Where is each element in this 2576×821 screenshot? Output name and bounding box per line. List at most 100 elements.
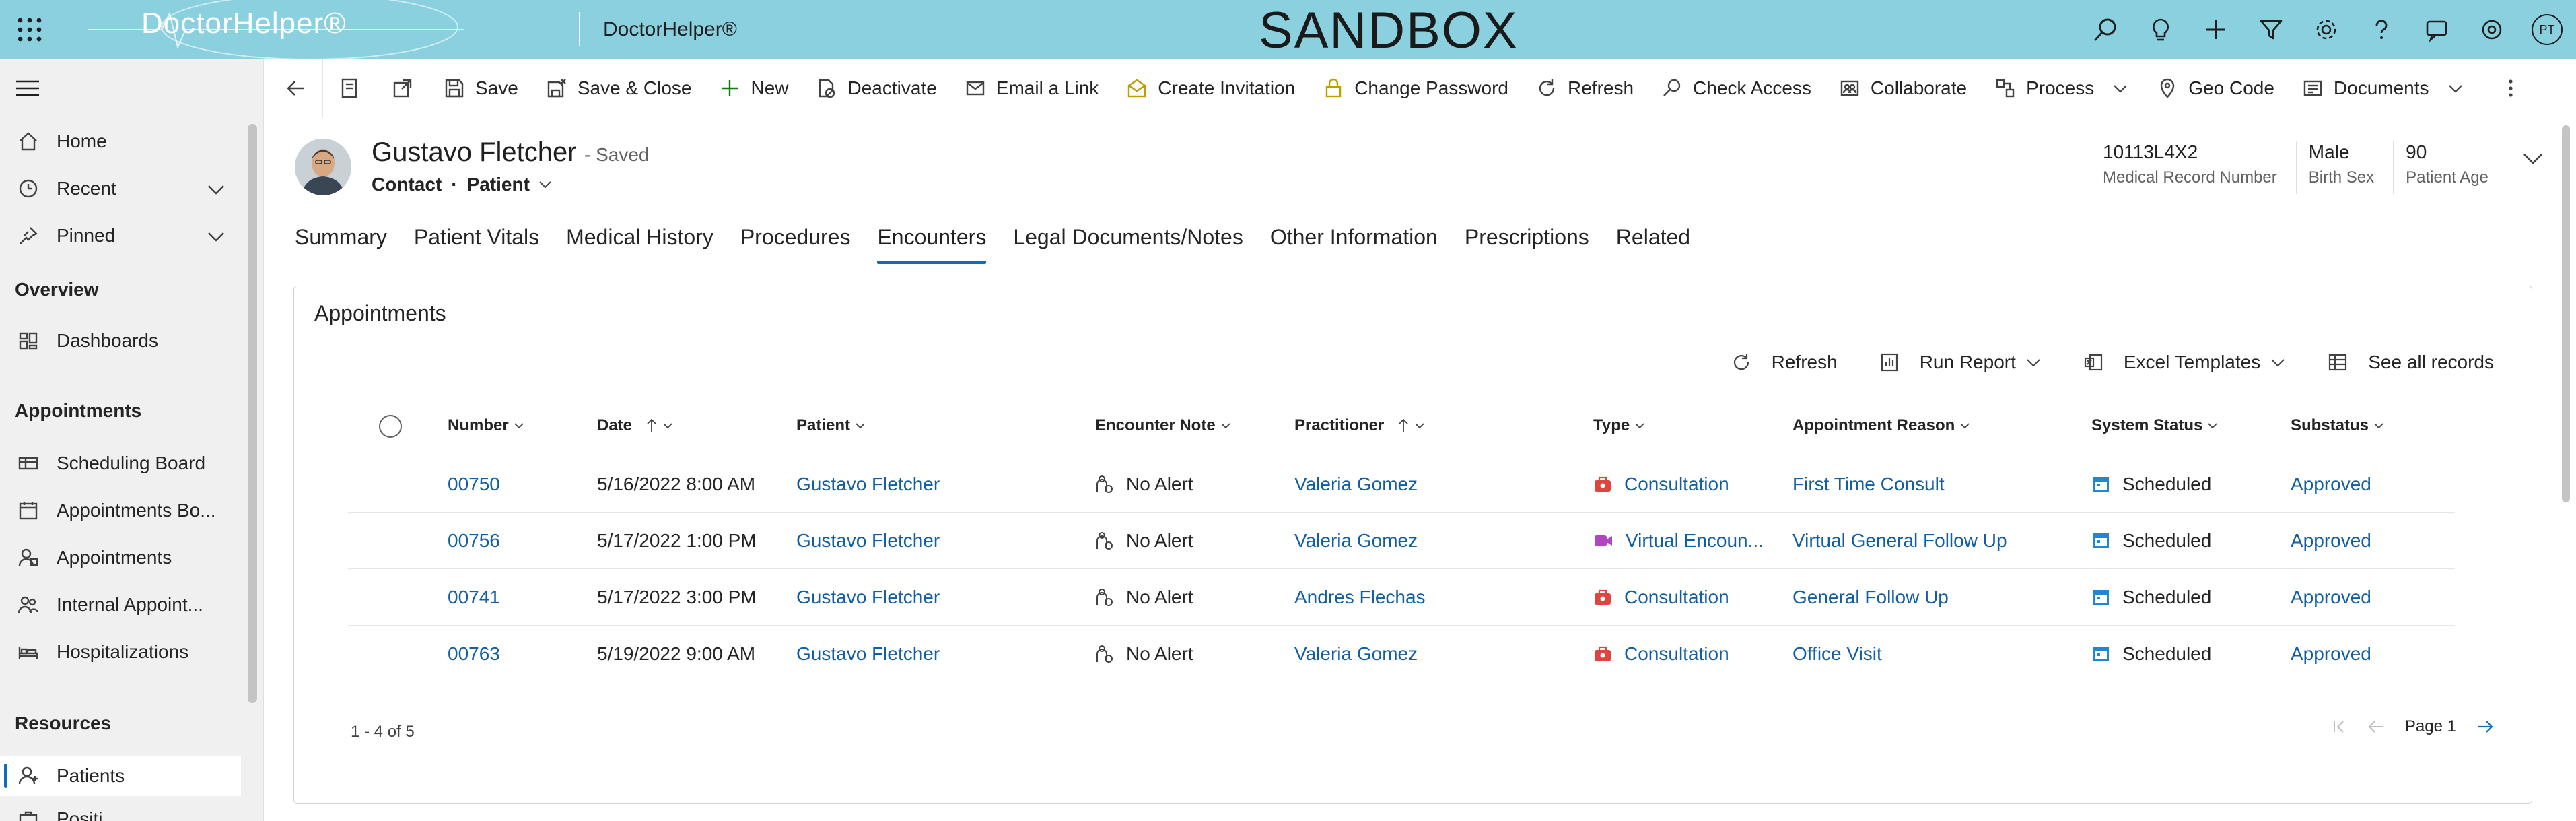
column-header-patient[interactable]: Patient — [796, 397, 866, 454]
see-all-records-button[interactable]: See all records — [2326, 351, 2494, 374]
cell-substatus[interactable]: Approved — [2291, 626, 2371, 682]
help-icon[interactable] — [2366, 14, 2397, 45]
nav-item-appointments[interactable]: Appointments — [0, 537, 241, 578]
geo-code-button[interactable]: Geo Code — [2143, 59, 2288, 117]
nav-item-pinned[interactable]: Pinned — [0, 216, 241, 256]
cell-patient[interactable]: Gustavo Fletcher — [796, 626, 940, 682]
table-row[interactable]: 00756 5/17/2022 1:00 PM Gustavo Fletcher… — [348, 513, 2455, 569]
nav-item-recent[interactable]: Recent — [0, 168, 241, 209]
tab-medical-history[interactable]: Medical History — [566, 225, 713, 264]
nav-item-internal-appointments[interactable]: Internal Appoint... — [0, 585, 241, 625]
tab-encounters[interactable]: Encounters — [877, 225, 986, 264]
search-icon[interactable] — [2090, 14, 2121, 45]
page-scrollbar[interactable] — [2562, 125, 2570, 502]
column-header-substatus[interactable]: Substatus — [2291, 397, 2385, 454]
cell-substatus[interactable]: Approved — [2291, 513, 2371, 569]
change-password-button[interactable]: Change Password — [1309, 59, 1522, 117]
table-row[interactable]: 00741 5/17/2022 3:00 PM Gustavo Fletcher… — [348, 569, 2455, 626]
cell-substatus[interactable]: Approved — [2291, 569, 2371, 626]
cell-number[interactable]: 00750 — [448, 456, 500, 513]
cell-patient[interactable]: Gustavo Fletcher — [796, 513, 940, 569]
cell-practitioner[interactable]: Andres Flechas — [1294, 569, 1426, 626]
cell-appointment-reason[interactable]: Office Visit — [1792, 626, 1882, 682]
nav-item-dashboards[interactable]: Dashboards — [0, 321, 241, 361]
back-button[interactable] — [265, 59, 322, 117]
cell-practitioner[interactable]: Valeria Gomez — [1294, 513, 1418, 569]
form-view-button[interactable] — [323, 59, 376, 117]
column-header-encounter-note[interactable]: Encounter Note — [1095, 397, 1232, 454]
save-close-button[interactable]: Save & Close — [532, 59, 705, 117]
process-button[interactable]: Process — [1980, 59, 2143, 117]
app-name[interactable]: DoctorHelper® — [603, 18, 737, 41]
hamburger-menu-icon[interactable] — [16, 79, 39, 97]
first-page-icon[interactable] — [2331, 719, 2347, 735]
settings-gear-icon[interactable] — [2311, 14, 2342, 45]
select-all-checkbox[interactable] — [379, 415, 402, 438]
column-header-practitioner[interactable]: Practitioner — [1294, 397, 1426, 454]
cell-patient[interactable]: Gustavo Fletcher — [796, 456, 940, 513]
cell-patient[interactable]: Gustavo Fletcher — [796, 569, 940, 626]
cell-type[interactable]: Consultation — [1593, 456, 1775, 513]
cell-number[interactable]: 00756 — [448, 513, 500, 569]
cell-appointment-reason[interactable]: General Follow Up — [1792, 569, 1949, 626]
column-header-appointment-reason[interactable]: Appointment Reason — [1792, 397, 1971, 454]
email-link-button[interactable]: Email a Link — [950, 59, 1113, 117]
column-header-system-status[interactable]: System Status — [2091, 397, 2219, 454]
lightbulb-icon[interactable] — [2145, 14, 2176, 45]
cell-practitioner[interactable]: Valeria Gomez — [1294, 626, 1418, 682]
chat-icon[interactable] — [2421, 14, 2452, 45]
check-access-button[interactable]: Check Access — [1647, 59, 1825, 117]
tab-legal-documents-notes[interactable]: Legal Documents/Notes — [1013, 225, 1243, 264]
tab-other-information[interactable]: Other Information — [1270, 225, 1438, 264]
create-invitation-button[interactable]: Create Invitation — [1112, 59, 1309, 117]
add-icon[interactable] — [2200, 14, 2231, 45]
form-selector[interactable]: Patient — [467, 174, 553, 195]
run-report-button[interactable]: Run Report — [1878, 351, 2042, 374]
copilot-icon[interactable] — [2476, 14, 2507, 45]
cell-appointment-reason[interactable]: Virtual General Follow Up — [1792, 513, 2007, 569]
column-header-number[interactable]: Number — [448, 397, 525, 454]
chevron-down-icon[interactable] — [206, 226, 226, 247]
user-avatar[interactable]: PT — [2532, 14, 2563, 45]
app-launcher-icon[interactable] — [16, 16, 43, 43]
tab-related[interactable]: Related — [1616, 225, 1690, 264]
open-new-window-button[interactable] — [376, 59, 429, 117]
cell-number[interactable]: 00763 — [448, 626, 500, 682]
nav-scrollbar[interactable] — [248, 124, 257, 703]
cell-substatus[interactable]: Approved — [2291, 456, 2371, 513]
nav-item-positions[interactable]: Positi... — [0, 801, 241, 821]
column-header-date[interactable]: Date — [597, 397, 674, 454]
tab-prescriptions[interactable]: Prescriptions — [1465, 225, 1589, 264]
excel-templates-button[interactable]: Excel Templates — [2082, 351, 2286, 374]
table-row[interactable]: 00750 5/16/2022 8:00 AM Gustavo Fletcher… — [348, 456, 2455, 513]
refresh-button[interactable]: Refresh — [1522, 59, 1647, 117]
save-button[interactable]: Save — [429, 59, 532, 117]
nav-item-home[interactable]: Home — [0, 121, 241, 162]
cell-practitioner[interactable]: Valeria Gomez — [1294, 456, 1418, 513]
new-button[interactable]: New — [705, 59, 802, 117]
documents-button[interactable]: Documents — [2288, 59, 2478, 117]
tab-summary[interactable]: Summary — [295, 225, 387, 264]
cell-type[interactable]: Virtual Encoun... — [1593, 513, 1775, 569]
nav-item-appointments-board[interactable]: Appointments Bo... — [0, 490, 241, 531]
chevron-down-icon[interactable] — [206, 179, 226, 199]
brand-logo[interactable]: DoctorHelper® — [141, 7, 347, 40]
more-commands-button[interactable] — [2494, 59, 2528, 117]
collaborate-button[interactable]: Collaborate — [1825, 59, 1980, 117]
column-header-type[interactable]: Type — [1593, 397, 1646, 454]
table-row[interactable]: 00763 5/19/2022 9:00 AM Gustavo Fletcher… — [348, 626, 2455, 682]
nav-item-scheduling-board[interactable]: Scheduling Board — [0, 443, 241, 484]
filter-icon[interactable] — [2256, 14, 2287, 45]
tab-patient-vitals[interactable]: Patient Vitals — [414, 225, 539, 264]
nav-item-patients[interactable]: Patients — [0, 756, 241, 796]
cell-number[interactable]: 00741 — [448, 569, 500, 626]
cell-type[interactable]: Consultation — [1593, 569, 1775, 626]
next-page-icon[interactable] — [2476, 719, 2494, 735]
previous-page-icon[interactable] — [2367, 719, 2385, 735]
deactivate-button[interactable]: Deactivate — [802, 59, 950, 117]
grid-refresh-button[interactable]: Refresh — [1730, 351, 1838, 374]
expand-header-button[interactable] — [2521, 147, 2544, 170]
cell-appointment-reason[interactable]: First Time Consult — [1792, 456, 1945, 513]
nav-item-hospitalizations[interactable]: Hospitalizations — [0, 632, 241, 672]
tab-procedures[interactable]: Procedures — [740, 225, 851, 264]
